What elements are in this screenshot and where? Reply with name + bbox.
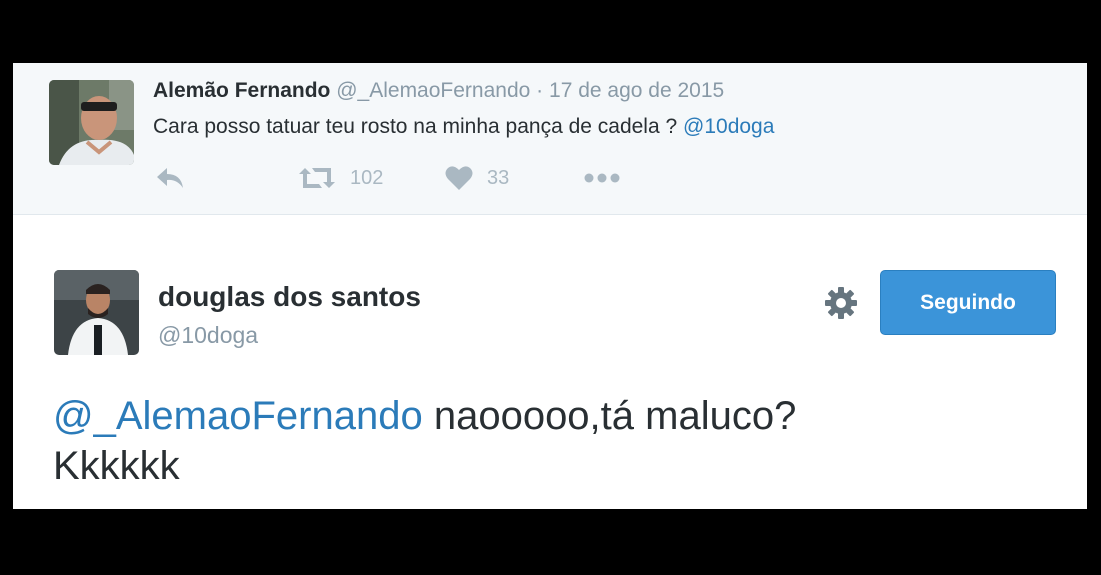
retweet-icon (298, 166, 336, 190)
reply-button[interactable] (155, 163, 185, 193)
main-author-avatar[interactable] (54, 270, 139, 355)
parent-tweet: Alemão Fernando @_AlemaoFernando · 17 de… (13, 63, 1087, 215)
main-tweet-mention-link[interactable]: @_AlemaoFernando (53, 394, 423, 438)
main-tweet-body-line2: Kkkkkk (53, 444, 180, 488)
like-count: 33 (487, 166, 510, 189)
following-button[interactable]: Seguindo (880, 270, 1056, 335)
retweet-count: 102 (350, 166, 384, 189)
parent-author-avatar[interactable] (49, 80, 134, 165)
parent-tweet-mention-link[interactable]: @10doga (683, 115, 774, 138)
main-author-handle[interactable]: @10doga (158, 322, 258, 349)
parent-tweet-date[interactable]: 17 de ago de 2015 (549, 79, 724, 102)
main-tweet-body-line1: naooooo,tá maluco? (422, 394, 797, 438)
gear-icon[interactable] (823, 285, 859, 321)
reply-icon (155, 166, 185, 190)
parent-tweet-body: Cara posso tatuar teu rosto na minha pan… (153, 115, 684, 138)
header-separator: · (536, 79, 544, 102)
main-author-name[interactable]: douglas dos santos (158, 281, 421, 313)
tweet-screenshot: Alemão Fernando @_AlemaoFernando · 17 de… (13, 63, 1087, 509)
parent-tweet-text: Cara posso tatuar teu rosto na minha pan… (153, 115, 774, 139)
retweet-button[interactable]: 102 (298, 163, 383, 193)
more-options-button[interactable] (583, 163, 621, 193)
parent-author-name[interactable]: Alemão Fernando (153, 79, 330, 102)
like-button[interactable]: 33 (445, 163, 509, 193)
heart-icon (445, 165, 473, 191)
parent-author-handle[interactable]: @_AlemaoFernando (336, 79, 530, 102)
more-dots-icon (583, 172, 621, 184)
parent-tweet-header: Alemão Fernando @_AlemaoFernando · 17 de… (153, 79, 724, 103)
main-tweet-text: @_AlemaoFernando naooooo,tá maluco? Kkkk… (53, 391, 1053, 491)
